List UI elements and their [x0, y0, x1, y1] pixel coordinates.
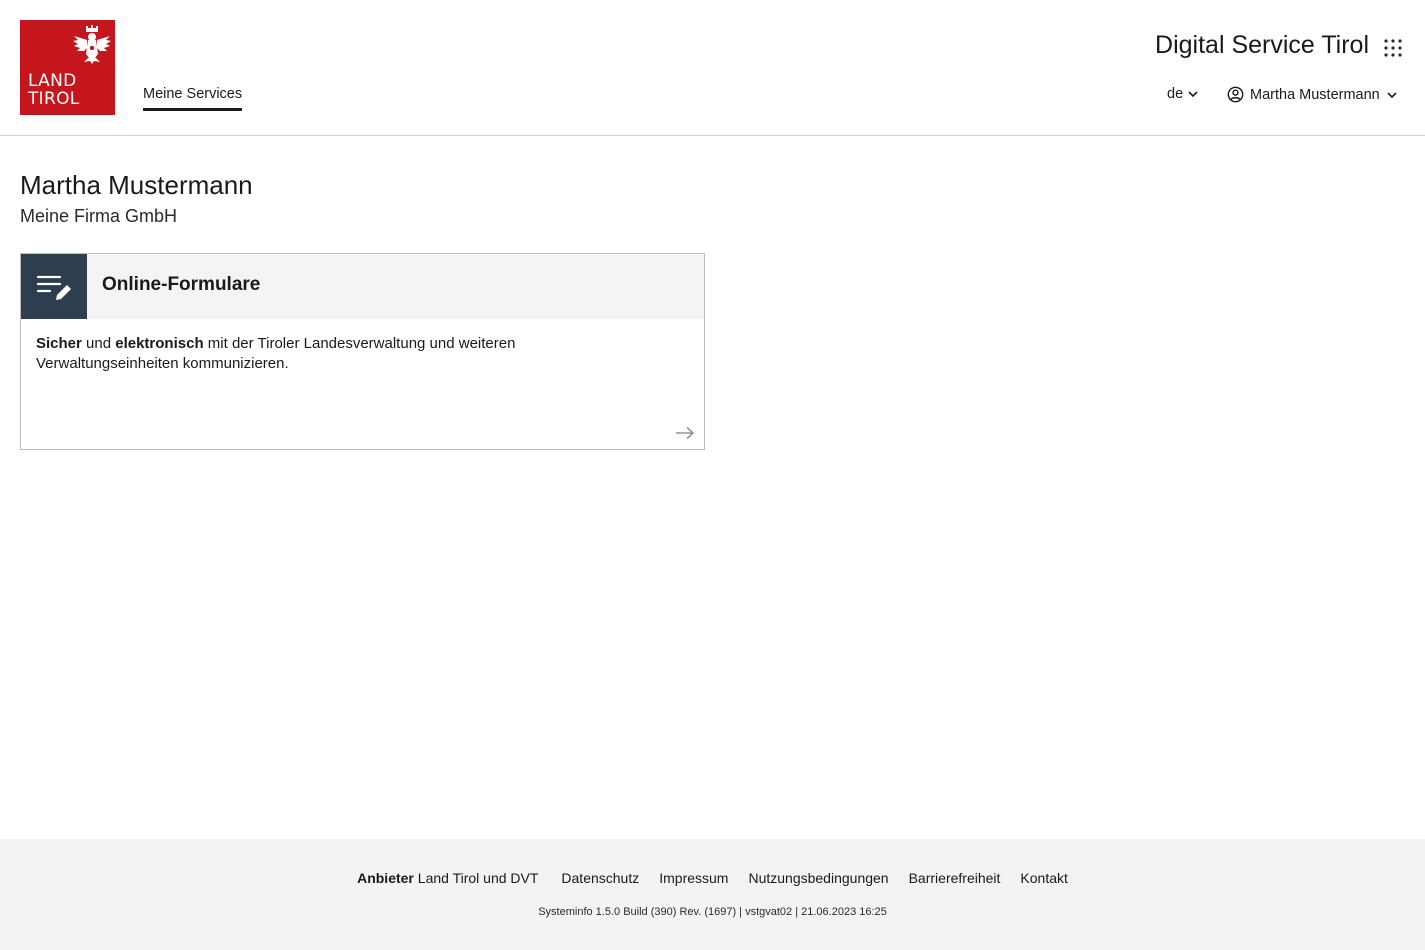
card-desc-text: und [81, 335, 116, 352]
chevron-down-icon [1387, 91, 1397, 98]
service-card-online-formulare[interactable]: Online-Formulare Sicher und elektronisch… [20, 253, 705, 450]
footer-link-datenschutz[interactable]: Datenschutz [561, 870, 639, 886]
footer-provider: Anbieter Land Tirol und DVT [357, 870, 538, 886]
language-label: de [1167, 86, 1184, 102]
footer-link-kontakt[interactable]: Kontakt [1020, 870, 1067, 886]
app-title: Digital Service Tirol [1155, 31, 1369, 59]
footer: Anbieter Land Tirol und DVT Datenschutz … [0, 839, 1425, 950]
form-edit-icon [36, 275, 71, 300]
footer-link-impressum[interactable]: Impressum [659, 870, 728, 886]
land-tirol-logo[interactable]: LAND TIROL [20, 20, 115, 115]
profile-name: Martha Mustermann [20, 170, 253, 200]
card-desc-bold-sicher: Sicher [36, 335, 82, 352]
grid-dots-icon[interactable] [1384, 39, 1402, 57]
user-menu-label: Martha Mustermann [1250, 86, 1380, 103]
footer-provider-label: Anbieter [357, 870, 414, 886]
card-desc-bold-elektronisch: elektronisch [115, 335, 204, 352]
logo-wordmark: LAND TIROL [28, 72, 80, 108]
user-circle-icon [1227, 86, 1244, 103]
language-selector[interactable]: de [1167, 86, 1199, 102]
footer-link-nutzungsbedingungen[interactable]: Nutzungsbedingungen [748, 870, 888, 886]
footer-links: Anbieter Land Tirol und DVT Datenschutz … [0, 870, 1425, 886]
footer-link-barrierefreiheit[interactable]: Barrierefreiheit [909, 870, 1001, 886]
header: LAND TIROL Meine Services Digital Servic… [0, 0, 1425, 136]
user-menu[interactable]: Martha Mustermann [1227, 86, 1398, 103]
logo-line-tirol: TIROL [28, 89, 80, 109]
profile-company: Meine Firma GmbH [20, 206, 178, 226]
card-header: Online-Formulare [21, 254, 704, 319]
card-description: Sicher und elektronisch mit der Tiroler … [36, 334, 596, 374]
chevron-down-icon [1188, 91, 1198, 98]
tab-meine-services[interactable]: Meine Services [143, 86, 243, 111]
system-info: Systeminfo 1.5.0 Build (390) Rev. (1697)… [538, 906, 887, 918]
card-title: Online-Formulare [102, 274, 261, 295]
card-icon-box [21, 254, 87, 319]
footer-provider-value: Land Tirol und DVT [417, 870, 539, 886]
logo-line-land: LAND [28, 71, 77, 91]
arrow-right-icon[interactable] [675, 426, 695, 440]
